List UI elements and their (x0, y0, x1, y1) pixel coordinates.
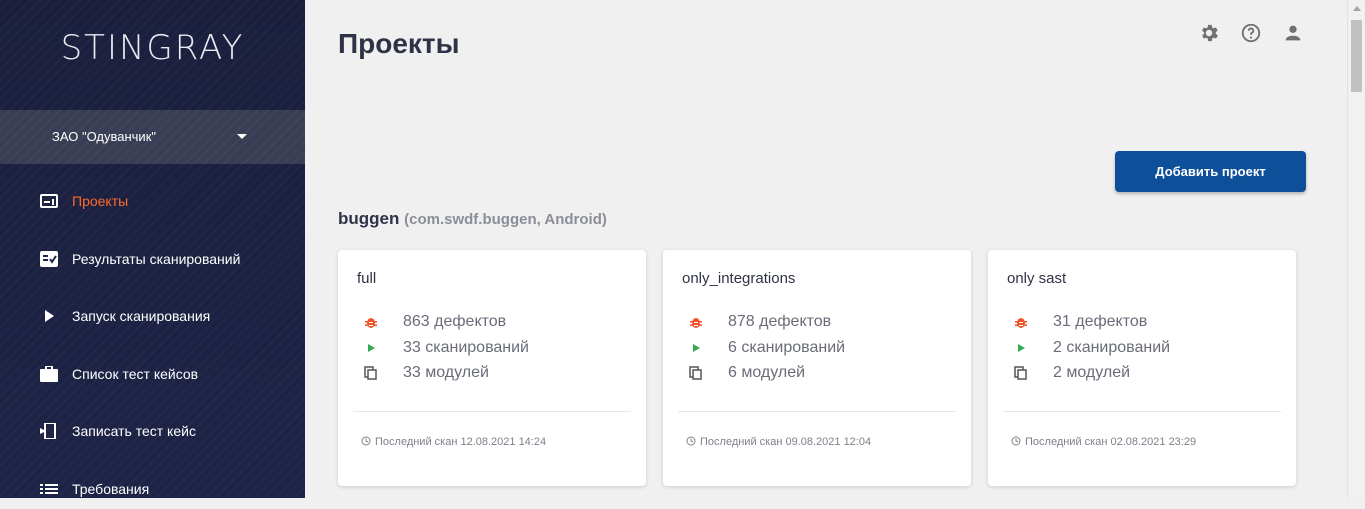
sidebar-item-label: Список тест кейсов (72, 366, 199, 382)
bug-icon (690, 318, 702, 328)
clock-icon (686, 436, 696, 446)
copy-icon (689, 366, 702, 380)
copy-icon (364, 366, 377, 380)
org-selector[interactable]: ЗАО "Одуванчик" (0, 110, 305, 164)
defects-count: 863 дефектов (403, 313, 507, 330)
vertical-scrollbar[interactable] (1347, 0, 1365, 498)
sidebar-item-run-scan[interactable]: Запуск сканирования (0, 296, 305, 336)
play-icon (368, 344, 375, 352)
sidebar-item-label: Записать тест кейс (72, 423, 196, 439)
last-scan: Последний скан 02.08.2021 23:29 (1025, 436, 1197, 448)
phone-record-icon (40, 423, 56, 439)
scan-results-icon (40, 251, 58, 267)
app-logo: STINGRAY (60, 28, 245, 68)
sidebar-item-label: Запуск сканирования (72, 308, 211, 324)
org-name: ЗАО "Одуванчик" (52, 129, 156, 144)
card-footer: Последний скан 09.08.2021 12:04 (686, 436, 871, 448)
sidebar-item-test-cases[interactable]: Список тест кейсов (0, 354, 305, 394)
project-name: buggen (338, 209, 400, 228)
sidebar-item-projects[interactable]: Проекты (0, 181, 305, 221)
card-footer: Последний скан 12.08.2021 14:24 (361, 436, 546, 448)
sidebar-item-requirements[interactable]: Требования (0, 469, 305, 509)
projects-icon (40, 194, 58, 208)
defects-count: 31 дефектов (1053, 313, 1148, 330)
defects-count: 878 дефектов (728, 313, 832, 330)
project-card[interactable]: only_integrations 878 дефектов 6 сканиро… (663, 250, 971, 486)
play-icon (693, 344, 700, 352)
sidebar: STINGRAY ЗАО "Одуванчик" Проекты Результ… (0, 0, 305, 498)
card-title: only sast (1007, 270, 1067, 287)
sidebar-item-scan-results[interactable]: Результаты сканирований (0, 239, 305, 279)
help-icon[interactable] (1240, 22, 1262, 44)
modules-count: 6 модулей (728, 364, 806, 381)
scrollbar-thumb[interactable] (1351, 20, 1362, 92)
sidebar-item-label: Проекты (72, 193, 129, 209)
chevron-down-icon (237, 134, 247, 139)
scans-count: 33 сканирований (403, 339, 529, 356)
gear-icon[interactable] (1198, 22, 1220, 44)
play-icon (45, 310, 54, 322)
project-details: (com.swdf.buggen, Android) (404, 211, 607, 228)
scroll-up-arrow-icon[interactable] (1353, 6, 1361, 11)
copy-icon (1014, 366, 1027, 380)
bug-icon (1015, 318, 1027, 328)
clock-icon (361, 436, 371, 446)
modules-count: 33 модулей (403, 364, 489, 381)
main-content: Проекты Добавить проект buggen (com.swdf… (305, 0, 1347, 498)
bug-icon (365, 318, 377, 328)
list-icon (40, 484, 58, 494)
card-divider (1003, 411, 1281, 412)
card-divider (678, 411, 956, 412)
play-icon (1018, 344, 1025, 352)
last-scan: Последний скан 12.08.2021 14:24 (375, 436, 547, 448)
sidebar-item-label: Требования (72, 481, 150, 497)
project-card[interactable]: full 863 дефектов 33 сканирований 33 мод… (338, 250, 646, 486)
card-footer: Последний скан 02.08.2021 23:29 (1011, 436, 1196, 448)
scans-count: 2 сканирований (1053, 339, 1171, 356)
card-title: only_integrations (682, 270, 796, 287)
user-icon[interactable] (1282, 22, 1304, 44)
sidebar-item-label: Результаты сканирований (72, 251, 241, 267)
add-project-button[interactable]: Добавить проект (1115, 151, 1306, 192)
scans-count: 6 сканирований (728, 339, 846, 356)
sidebar-item-record-test-case[interactable]: Записать тест кейс (0, 411, 305, 451)
modules-count: 2 модулей (1053, 364, 1131, 381)
project-group-title: buggen (com.swdf.buggen, Android) (338, 209, 607, 229)
last-scan: Последний скан 09.08.2021 12:04 (700, 436, 872, 448)
briefcase-icon (40, 366, 58, 382)
clock-icon (1011, 436, 1021, 446)
card-divider (353, 411, 631, 412)
page-title: Проекты (338, 28, 460, 59)
project-card[interactable]: only sast 31 дефектов 2 сканирований 2 м… (988, 250, 1296, 486)
card-title: full (357, 270, 377, 287)
